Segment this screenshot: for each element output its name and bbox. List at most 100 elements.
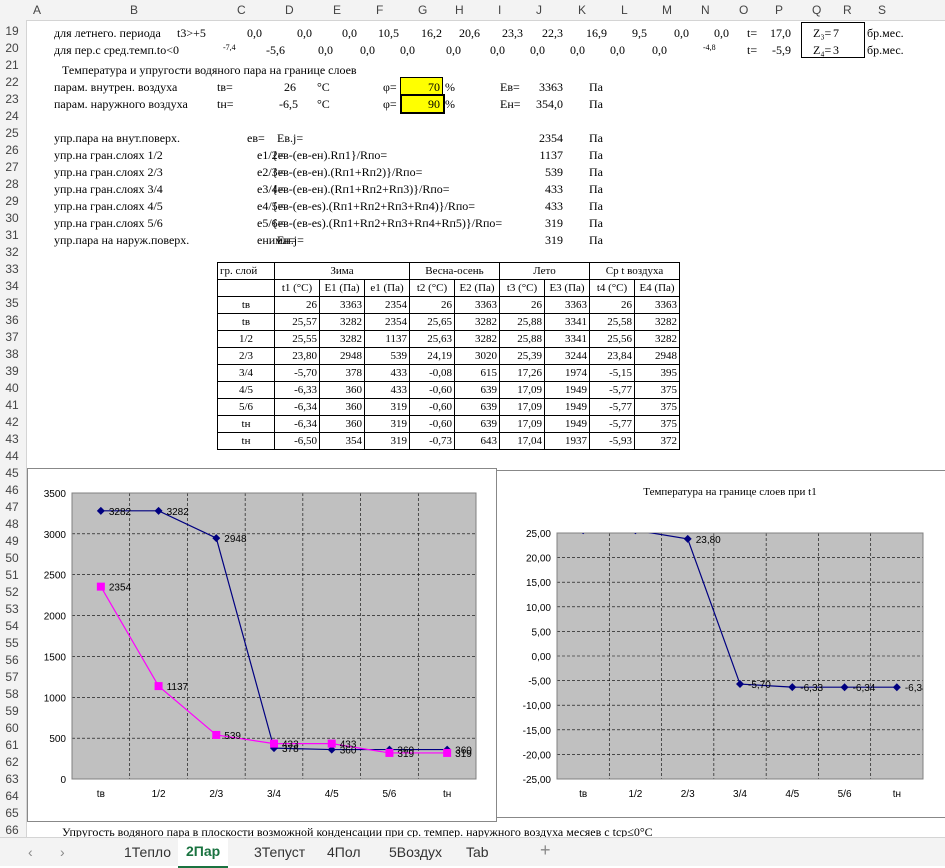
- table-cell[interactable]: 25,39: [499, 347, 545, 365]
- sheet-tab-4[interactable]: 5Воздух: [389, 844, 442, 860]
- table-cell[interactable]: 26: [589, 296, 635, 314]
- row-header-26[interactable]: 26: [0, 143, 24, 157]
- sheet-tab-3[interactable]: 4Пол: [327, 844, 361, 860]
- column-header-C[interactable]: C: [237, 3, 246, 17]
- table-cell[interactable]: 433: [364, 381, 410, 399]
- layer-label[interactable]: tв: [217, 313, 275, 331]
- data-point[interactable]: [327, 739, 336, 748]
- table-cell[interactable]: 3282: [319, 330, 365, 348]
- layer-label[interactable]: tн: [217, 432, 275, 450]
- row-header-30[interactable]: 30: [0, 211, 24, 225]
- row-header-32[interactable]: 32: [0, 245, 24, 259]
- column-header-L[interactable]: L: [621, 3, 628, 17]
- summer-month-value[interactable]: 0,0: [222, 26, 262, 40]
- summer-month-value[interactable]: 0,0: [649, 26, 689, 40]
- summer-month-value[interactable]: 22,3: [523, 26, 563, 40]
- table-cell[interactable]: 1974: [544, 364, 590, 382]
- layer-label[interactable]: 5/6: [217, 398, 275, 416]
- row-header-31[interactable]: 31: [0, 228, 24, 242]
- column-header-M[interactable]: M: [662, 3, 672, 17]
- row-header-29[interactable]: 29: [0, 194, 24, 208]
- row-header-36[interactable]: 36: [0, 313, 24, 327]
- row-header-57[interactable]: 57: [0, 670, 24, 684]
- table-cell[interactable]: -5,77: [589, 415, 635, 433]
- table-cell[interactable]: 1937: [544, 432, 590, 450]
- column-header-G[interactable]: G: [418, 3, 427, 17]
- table-cell[interactable]: 24,19: [409, 347, 455, 365]
- table-cell[interactable]: 3341: [544, 313, 590, 331]
- cold-month-value[interactable]: 0,0: [377, 43, 415, 57]
- table-cell[interactable]: -5,15: [589, 364, 635, 382]
- table-cell[interactable]: 3363: [454, 296, 500, 314]
- table-cell[interactable]: 433: [364, 364, 410, 382]
- table-cell[interactable]: 319: [364, 415, 410, 433]
- table-cell[interactable]: 2354: [364, 296, 410, 314]
- row-header-56[interactable]: 56: [0, 653, 24, 667]
- formula-value[interactable]: 319: [525, 216, 563, 230]
- cold-month-value[interactable]: 0,0: [629, 43, 667, 57]
- table-cell[interactable]: 26: [409, 296, 455, 314]
- column-header-Q[interactable]: Q: [812, 3, 821, 17]
- table-cell[interactable]: -5,70: [274, 364, 320, 382]
- summer-month-value[interactable]: 0,0: [317, 26, 357, 40]
- formula-value[interactable]: 433: [525, 199, 563, 213]
- table-cell[interactable]: 3282: [454, 330, 500, 348]
- row-header-35[interactable]: 35: [0, 296, 24, 310]
- data-point[interactable]: [385, 748, 394, 757]
- table-cell[interactable]: 3363: [634, 296, 680, 314]
- row-header-40[interactable]: 40: [0, 381, 24, 395]
- table-cell[interactable]: 25,88: [499, 313, 545, 331]
- data-point[interactable]: [443, 748, 452, 757]
- row-header-28[interactable]: 28: [0, 177, 24, 191]
- formula-value[interactable]: 2354: [525, 131, 563, 145]
- row-header-58[interactable]: 58: [0, 687, 24, 701]
- column-header-R[interactable]: R: [843, 3, 852, 17]
- table-cell[interactable]: 3363: [319, 296, 365, 314]
- table-cell[interactable]: 17,09: [499, 398, 545, 416]
- table-cell[interactable]: -0,08: [409, 364, 455, 382]
- table-cell[interactable]: 25,88: [499, 330, 545, 348]
- table-cell[interactable]: -6,33: [274, 381, 320, 399]
- table-cell[interactable]: 639: [454, 381, 500, 399]
- table-cell[interactable]: 539: [364, 347, 410, 365]
- data-point[interactable]: [154, 682, 163, 691]
- table-cell[interactable]: 375: [634, 398, 680, 416]
- table-cell[interactable]: -5,93: [589, 432, 635, 450]
- scroll-right-icon[interactable]: ›: [60, 844, 65, 860]
- column-header-H[interactable]: H: [455, 3, 464, 17]
- table-cell[interactable]: 3244: [544, 347, 590, 365]
- scroll-left-icon[interactable]: ‹: [28, 844, 33, 860]
- data-point[interactable]: [212, 730, 221, 739]
- column-header-I[interactable]: I: [498, 3, 501, 17]
- sheet-tab-0[interactable]: 1Тепло: [124, 844, 171, 860]
- table-cell[interactable]: -6,34: [274, 398, 320, 416]
- table-cell[interactable]: 25,57: [274, 313, 320, 331]
- summer-month-value[interactable]: 10,5: [359, 26, 399, 40]
- table-cell[interactable]: 1949: [544, 415, 590, 433]
- summer-month-value[interactable]: 0,0: [689, 26, 729, 40]
- table-cell[interactable]: 360: [319, 415, 365, 433]
- table-cell[interactable]: 25,63: [409, 330, 455, 348]
- table-cell[interactable]: 375: [634, 415, 680, 433]
- table-cell[interactable]: -5,77: [589, 381, 635, 399]
- row-header-61[interactable]: 61: [0, 738, 24, 752]
- formula-value[interactable]: 1137: [525, 148, 563, 162]
- column-header-F[interactable]: F: [376, 3, 383, 17]
- table-cell[interactable]: 360: [319, 398, 365, 416]
- summer-month-value[interactable]: 23,3: [483, 26, 523, 40]
- worksheet-grid[interactable]: для летнего. периода t3>+5 0,0 0,0 0,0 10,5…: [27, 20, 945, 837]
- row-header-65[interactable]: 65: [0, 806, 24, 820]
- table-cell[interactable]: -5,77: [589, 398, 635, 416]
- column-header-K[interactable]: K: [578, 3, 586, 17]
- row-header-27[interactable]: 27: [0, 160, 24, 174]
- row-header-60[interactable]: 60: [0, 721, 24, 735]
- column-header-D[interactable]: D: [285, 3, 294, 17]
- row-header-33[interactable]: 33: [0, 262, 24, 276]
- table-cell[interactable]: 3282: [634, 330, 680, 348]
- temperature-chart[interactable]: -25,00 -20,00 -15,00 -10,00 -5,00 0,00 5,00 10,…: [496, 470, 945, 818]
- layer-label[interactable]: tн: [217, 415, 275, 433]
- table-cell[interactable]: 17,26: [499, 364, 545, 382]
- cold-month-value[interactable]: 0,0: [507, 43, 545, 57]
- sheet-tab-5[interactable]: Tab: [466, 844, 489, 860]
- row-header-22[interactable]: 22: [0, 75, 24, 89]
